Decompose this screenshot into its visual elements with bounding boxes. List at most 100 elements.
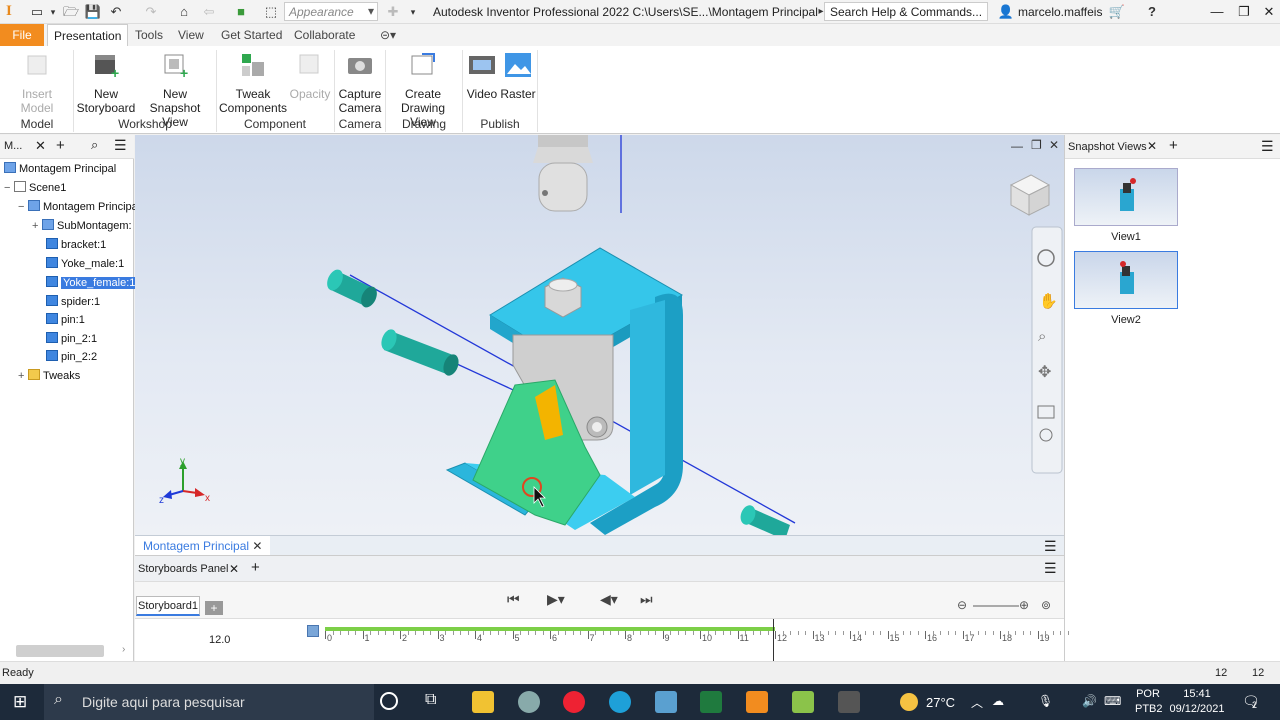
minimize-icon[interactable]: — [1206,3,1228,21]
tab-collaborate[interactable]: Collaborate [288,24,361,46]
tree-root[interactable]: Montagem Principal [4,161,116,177]
tab-presentation[interactable]: Presentation [47,24,129,46]
graphics-viewport[interactable]: ✋ ⌕ ✥ z y x — ❐ ✕ [135,135,1064,535]
browser-title[interactable]: M... [4,140,22,152]
app-icon[interactable] [838,691,860,713]
keyboard-layout[interactable]: PTB2 [1135,703,1163,715]
app-icon[interactable] [518,691,540,713]
menu-icon[interactable]: ☰ [1261,138,1274,155]
tray-expand-icon[interactable]: ︿ [971,694,983,711]
add-storyboard-icon[interactable]: + [205,601,223,615]
clock-time[interactable]: 15:41 [1168,688,1226,700]
expand-icon[interactable]: + [32,218,42,234]
add-icon[interactable]: + [1169,137,1178,154]
inventor-logo-icon[interactable]: I [6,3,22,21]
tree-part-yoke-male[interactable]: Yoke_male:1 [46,256,124,272]
close-icon[interactable]: ✕ [1258,3,1280,21]
notifications-icon[interactable]: 🗨 [1242,693,1260,710]
chrome-icon[interactable] [563,691,585,713]
windows-start-icon[interactable]: ⊞ [13,692,27,712]
close-icon[interactable]: ✕ [229,562,239,576]
tree-part-pin[interactable]: pin:1 [46,312,85,328]
scene-camera-icon[interactable] [307,625,319,637]
expand-icon[interactable]: + [18,368,28,384]
language-code[interactable]: POR [1135,688,1161,700]
tree-part-spider[interactable]: spider:1 [46,294,100,310]
insert-model-button[interactable]: Insert Model [4,50,70,115]
tree-part-pin-2-1[interactable]: pin_2:1 [46,331,97,347]
restore-icon[interactable]: ❐ [1233,3,1255,21]
tab-file[interactable]: File [0,24,44,46]
excel-icon[interactable] [700,691,722,713]
close-icon[interactable]: ✕ [252,539,262,553]
orbit-icon[interactable]: ✥ [1038,364,1051,381]
viewport-restore-icon[interactable]: ❐ [1031,138,1042,152]
app-icon[interactable] [655,691,677,713]
assembly-model[interactable]: ✋ ⌕ ✥ z y x [135,135,1064,535]
tree-part-bracket[interactable]: bracket:1 [46,237,106,253]
playhead[interactable] [773,619,774,663]
go-to-end-icon[interactable]: ⏭ [640,591,653,608]
customize-icon[interactable]: ▾ [404,4,422,20]
document-tab[interactable]: Montagem Principal ✕ [135,536,271,556]
cart-icon[interactable]: 🛒 [1108,4,1126,20]
opacity-button[interactable]: Opacity [288,50,332,101]
tree-assembly[interactable]: − Montagem Principa [18,199,138,215]
inventor-taskbar-icon[interactable] [746,691,768,713]
volume-icon[interactable]: 🔊 [1082,694,1097,708]
keyboard-icon[interactable]: ⌨ [1104,694,1121,708]
back-icon[interactable]: ⇦ [200,4,218,20]
app-icon[interactable] [792,691,814,713]
help-search-input[interactable]: Search Help & Commands... [824,2,988,21]
weather-temp[interactable]: 27°C [926,695,955,710]
capture-camera-button[interactable]: Capture Camera [337,50,383,115]
tab-get-started[interactable]: Get Started [215,24,288,46]
raster-button[interactable]: Raster [500,50,536,101]
redo-icon[interactable]: ↷ [142,4,160,20]
new-dropdown-icon[interactable]: ▾ [44,4,62,20]
timeline-area[interactable]: 12.0 0 1 2 3 4 5 6 7 8 9 10 11 12 13 14 15 16 17 18 19 [135,618,1069,663]
undo-icon[interactable]: ↶ [107,4,125,20]
close-icon[interactable]: ✕ [1147,139,1157,153]
edge-icon[interactable] [609,691,631,713]
user-name[interactable]: marcelo.maffeis [1018,5,1102,19]
cortana-icon[interactable] [380,692,398,710]
viewport-minimize-icon[interactable]: — [1011,139,1023,153]
weather-icon[interactable] [900,693,918,711]
menu-icon[interactable]: ☰ [114,137,127,154]
zoom-icon[interactable]: ⌕ [1038,328,1046,345]
snapshot-thumbnail-view1[interactable] [1074,168,1178,226]
tab-tools[interactable]: Tools [129,24,169,46]
timeline-zoom-slider[interactable] [973,605,1019,607]
play-forward-icon[interactable]: ▶▾ [547,591,565,608]
user-icon[interactable]: 👤 [997,4,1015,20]
add-icon[interactable]: + [56,137,65,154]
go-to-start-icon[interactable]: ⏮ [507,591,520,608]
tree-part-pin-2-2[interactable]: pin_2:2 [46,349,97,365]
view-cube[interactable] [1009,174,1051,216]
collapse-icon[interactable]: − [18,199,28,215]
new-storyboard-button[interactable]: + New Storyboard [76,50,136,115]
add-icon[interactable]: ✚ [384,4,402,20]
task-view-icon[interactable]: ⧉ [425,691,436,709]
home-icon[interactable]: ⌂ [175,4,193,20]
ribbon-options-icon[interactable]: ⊝▾ [374,24,402,46]
select-icon[interactable]: ⬚ [262,4,280,20]
open-folder-icon[interactable]: 🗁 [62,4,80,20]
tree-subassembly[interactable]: + SubMontagem: [32,218,132,234]
video-button[interactable]: Video [465,50,499,101]
onedrive-icon[interactable]: ☁ [992,694,1004,708]
storyboards-panel-title[interactable]: Storyboards Panel [138,563,229,575]
scroll-right-icon[interactable]: › [122,644,125,655]
tab-view[interactable]: View [172,24,210,46]
fit-icon[interactable]: ⊚ [1041,598,1051,612]
storyboard-tab[interactable]: Storyboard1 [136,596,200,616]
menu-icon[interactable]: ☰ [1044,538,1057,555]
zoom-in-icon[interactable]: ⊕ [1019,598,1029,612]
clock-date[interactable]: 09/12/2021 [1168,703,1226,715]
snapshot-thumbnail-view2[interactable] [1074,251,1178,309]
microphone-icon[interactable]: 🎙 [1038,694,1053,708]
add-icon[interactable]: + [251,559,260,576]
help-icon[interactable]: ? [1143,4,1161,20]
taskbar-search-input[interactable]: Digite aqui para pesquisar [44,684,374,720]
